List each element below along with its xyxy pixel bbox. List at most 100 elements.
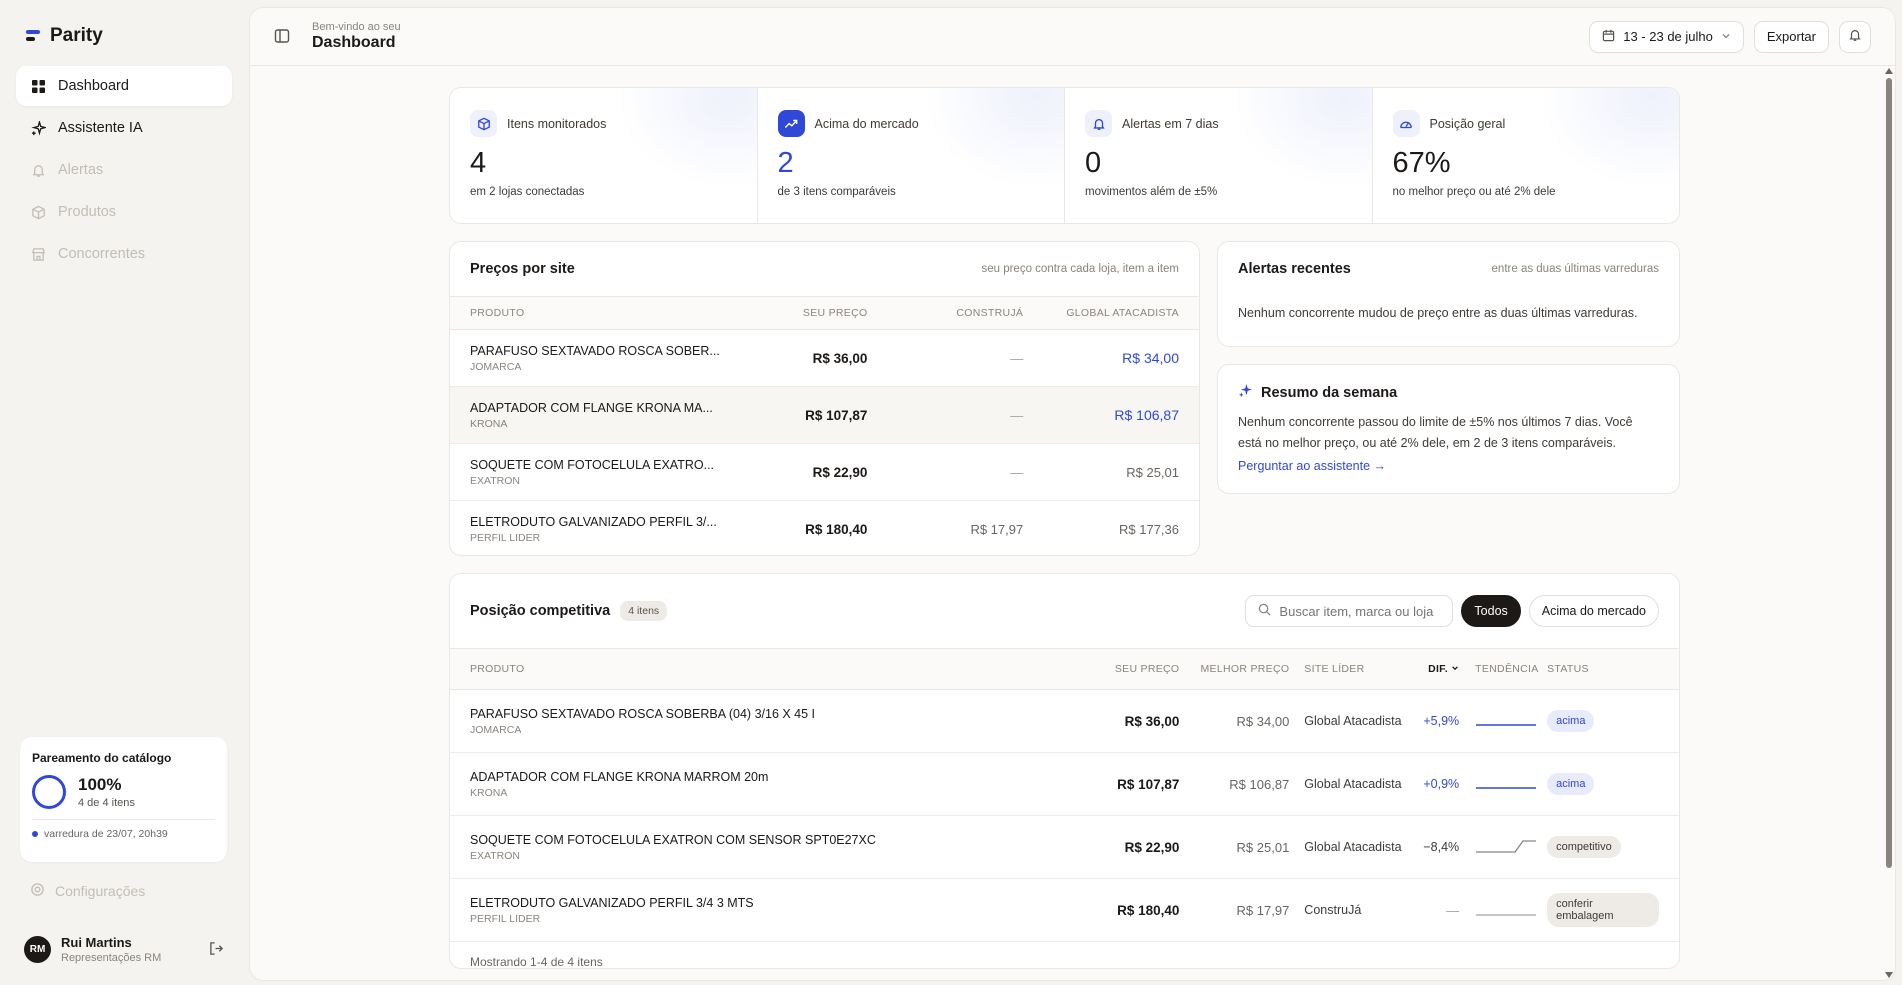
search-input[interactable] [1279, 603, 1440, 619]
sidebar-item-produtos[interactable]: Produtos [16, 192, 232, 232]
topbar: Bem-vindo ao seu Dashboard 13 - 23 de ju… [250, 8, 1895, 66]
table-row[interactable]: ELETRODUTO GALVANIZADO PERFIL 3/... PERFI… [450, 501, 1199, 555]
trend-sparkline [1459, 838, 1539, 857]
product-name: ELETRODUTO GALVANIZADO PERFIL 3/4 3 MTS [470, 895, 754, 910]
settings-label: Configurações [55, 883, 146, 899]
column-header-sorted[interactable]: DIF. [1409, 663, 1459, 675]
product-brand: EXATRON [470, 474, 520, 487]
filter-above-market[interactable]: Acima do mercado [1528, 595, 1659, 627]
column-header[interactable]: MELHOR PREÇO [1179, 663, 1289, 675]
status-dot [32, 831, 38, 837]
sparkle-icon [30, 120, 46, 136]
kpi-monitored-items: Itens monitorados 4 em 2 lojas conectada… [450, 88, 758, 223]
ask-assistant-link[interactable]: Perguntar ao assistente → [1238, 459, 1386, 473]
product-brand: PERFIL LIDER [470, 912, 541, 925]
sparkle-icon [1238, 383, 1253, 402]
last-scan: varredura de 23/07, 20h39 [44, 828, 168, 840]
sidebar-item-dashboard[interactable]: Dashboard [16, 66, 232, 106]
product-brand: PERFIL LIDER [470, 532, 541, 544]
table-row[interactable]: SOQUETE COM FOTOCELULA EXATRON COM SENSO… [450, 816, 1679, 879]
column-header-label: DIF. [1428, 663, 1448, 675]
cube-icon [470, 110, 497, 137]
sidebar-item-label: Alertas [58, 162, 104, 178]
kpi-value: 67% [1392, 147, 1451, 179]
column-header[interactable]: SITE LÍDER [1289, 663, 1409, 675]
weekly-summary-card: Resumo da semana Nenhum concorrente pass… [1217, 364, 1680, 494]
product-name: PARAFUSO SEXTAVADO ROSCA SOBERBA (04) 3/… [470, 706, 816, 721]
box-icon [30, 204, 46, 220]
table-row[interactable]: ADAPTADOR COM FLANGE KRONA MARROM 20m KRO… [450, 753, 1679, 816]
column-header[interactable]: PRODUTO [470, 663, 1069, 675]
global-price: R$ 177,36 [1119, 522, 1179, 537]
sidebar-toggle-icon[interactable] [274, 28, 292, 46]
kpi-label: Posição geral [1429, 116, 1506, 131]
best-price: R$ 106,87 [1229, 776, 1290, 792]
vertical-scrollbar[interactable] [1885, 68, 1893, 978]
best-price: R$ 25,01 [1236, 839, 1290, 855]
scrollbar-thumb[interactable] [1886, 78, 1892, 868]
column-header[interactable]: SEU PREÇO [1069, 663, 1179, 675]
status-badge: acima [1547, 710, 1595, 732]
logout-icon[interactable] [209, 941, 224, 959]
alerts-empty-text: Nenhum concorrente mudou de preço entre … [1238, 306, 1638, 320]
chevron-down-icon [1451, 663, 1459, 675]
table-row[interactable]: ELETRODUTO GALVANIZADO PERFIL 3/4 3 MTS P… [450, 879, 1679, 942]
price-difference: −8,4% [1423, 840, 1460, 854]
settings-link[interactable]: Configurações [30, 882, 145, 900]
construja-price: — [1010, 464, 1024, 480]
product-brand: EXATRON [470, 849, 520, 862]
catalog-percent: 100% [78, 775, 122, 794]
sidebar-item-label: Dashboard [58, 78, 129, 94]
filter-all[interactable]: Todos [1461, 595, 1521, 627]
card-note: entre as duas últimas varreduras [1491, 263, 1659, 275]
card-note: seu preço contra cada loja, item a item [981, 263, 1179, 275]
user-name: Rui Martins [61, 935, 132, 950]
notifications-button[interactable] [1839, 20, 1871, 53]
product-brand: JOMARCA [470, 360, 522, 373]
card-title: Posição competitiva [470, 603, 611, 619]
sidebar-item-label: Produtos [58, 204, 117, 220]
column-header: TENDÊNCIA [1475, 663, 1539, 675]
table-row[interactable]: SOQUETE COM FOTOCELULA EXATRO... EXATRON … [450, 444, 1199, 501]
user-profile[interactable]: RM Rui Martins Representações RM [24, 935, 224, 964]
column-header: PRODUTO [470, 307, 525, 319]
sidebar-item-alertas[interactable]: Alertas [16, 150, 232, 190]
sidebar-item-assistente[interactable]: Assistente IA [16, 108, 232, 148]
column-header: SEU PREÇO [802, 307, 868, 319]
price-difference: +0,9% [1423, 777, 1460, 791]
scroll-down-arrow-icon[interactable] [1885, 972, 1893, 978]
kpi-sub: no melhor preço ou até 2% dele [1392, 186, 1556, 198]
kpi-alerts-7-days: Alertas em 7 dias 0 movimentos além de ±… [1065, 88, 1373, 223]
kpi-value: 0 [1085, 147, 1102, 179]
table-row[interactable]: ADAPTADOR COM FLANGE KRONA MA... KRONA R$… [450, 387, 1199, 444]
product-brand: JOMARCA [470, 723, 522, 736]
my-price: R$ 107,87 [1117, 776, 1180, 792]
date-range-picker[interactable]: 13 - 23 de julho [1589, 20, 1744, 53]
table-row[interactable]: PARAFUSO SEXTAVADO ROSCA SOBERBA (04) 3/… [450, 690, 1679, 753]
sidebar-item-concorrentes[interactable]: Concorrentes [16, 234, 232, 274]
kpi-sub: em 2 lojas conectadas [470, 186, 585, 198]
scroll-up-arrow-icon[interactable] [1885, 68, 1893, 74]
search-field[interactable] [1245, 595, 1454, 627]
my-price: R$ 107,87 [805, 407, 868, 423]
kpi-strip: Itens monitorados 4 em 2 lojas conectada… [449, 87, 1680, 224]
table-row[interactable]: PARAFUSO SEXTAVADO ROSCA SOBER... JOMARCA… [450, 330, 1199, 387]
parity-logo-icon [26, 29, 42, 43]
construja-price: R$ 17,97 [970, 522, 1024, 537]
search-icon [1258, 603, 1271, 619]
global-price: R$ 25,01 [1126, 464, 1179, 480]
my-price: R$ 36,00 [812, 350, 868, 366]
kpi-value: 2 [777, 147, 794, 179]
catalog-matching-card: Pareamento do catálogo 100% 4 de 4 itens… [20, 737, 227, 862]
export-button[interactable]: Exportar [1753, 20, 1829, 53]
divider [32, 819, 215, 820]
chevron-down-icon [1721, 29, 1731, 44]
brand-logo[interactable]: Parity [16, 14, 232, 58]
trend-sparkline [1459, 775, 1539, 794]
product-brand: KRONA [470, 786, 508, 799]
bell-icon [1085, 110, 1112, 137]
bell-icon [30, 162, 46, 178]
leading-site: Global Atacadista [1304, 714, 1402, 728]
calendar-icon [1602, 29, 1615, 45]
card-title: Preços por site [470, 261, 575, 277]
